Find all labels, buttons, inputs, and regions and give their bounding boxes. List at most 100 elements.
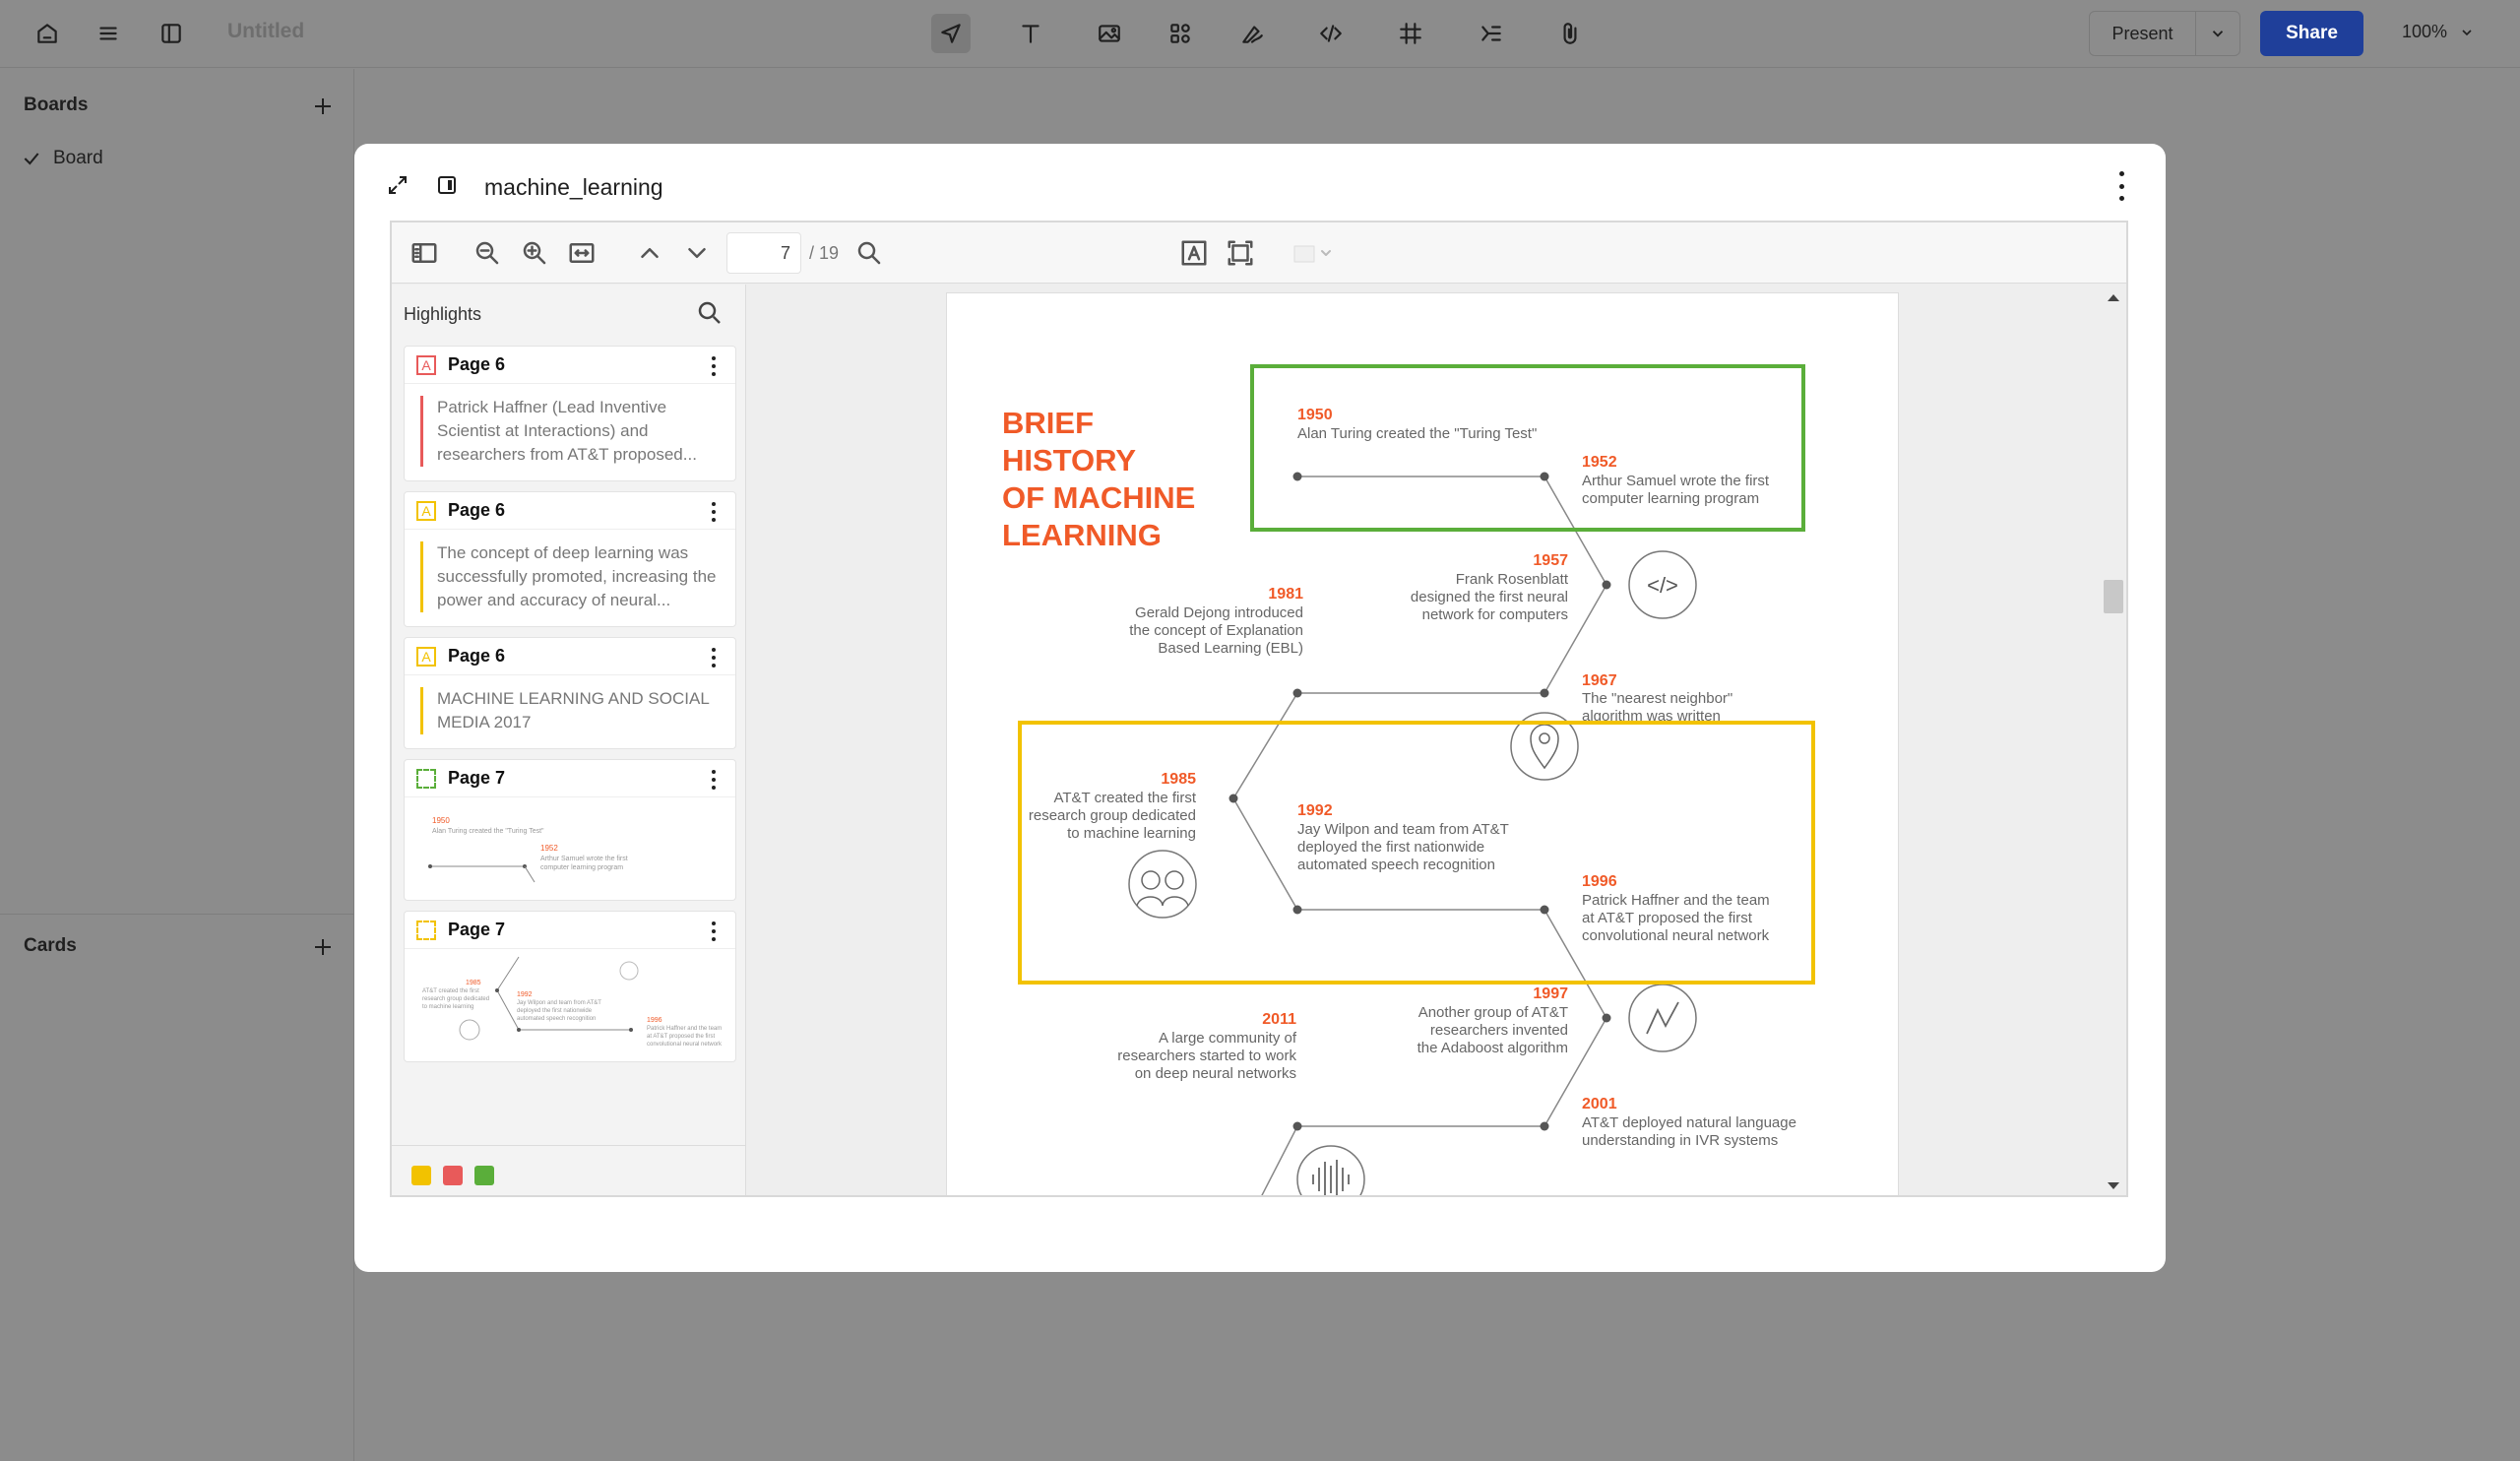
page-number-input[interactable]: 7: [726, 232, 801, 274]
next-page-icon[interactable]: [682, 238, 712, 268]
previous-page-icon[interactable]: [635, 238, 664, 268]
scroll-up-icon[interactable]: [2108, 294, 2119, 301]
svg-text:A large community of: A large community of: [1159, 1030, 1297, 1047]
highlight-card[interactable]: Page 7 1985 AT&T created the first resea…: [404, 911, 736, 1062]
select-tool-icon[interactable]: [931, 14, 971, 53]
zoom-out-icon[interactable]: [472, 238, 502, 268]
highlight-card[interactable]: A Page 6 The concept of deep learning wa…: [404, 491, 736, 627]
sidebar-toggle-icon[interactable]: [152, 14, 191, 53]
more-options-icon[interactable]: [712, 502, 718, 522]
scroll-down-icon[interactable]: [2108, 1182, 2119, 1189]
modal-header: machine_learning: [386, 173, 663, 202]
present-button[interactable]: Present: [2090, 12, 2196, 55]
green-swatch[interactable]: [474, 1166, 494, 1185]
heading-line: BRIEF: [1002, 406, 1094, 440]
text-highlight-icon: A: [416, 646, 436, 667]
svg-text:convolutional neural network: convolutional neural network: [1582, 927, 1770, 944]
svg-text:AT&T created the first: AT&T created the first: [422, 988, 479, 994]
sidebar-toggle-icon[interactable]: [410, 238, 439, 268]
sound-wave-icon: [1296, 1145, 1365, 1195]
zoom-in-icon[interactable]: [520, 238, 549, 268]
area-highlight-icon: [416, 768, 436, 789]
heading-line: OF MACHINE: [1002, 480, 1195, 515]
check-icon: [24, 153, 39, 165]
highlight-page: Page 7: [448, 768, 506, 788]
highlight-card[interactable]: A Page 6 Patrick Haffner (Lead Inventive…: [404, 346, 736, 481]
zoom-dropdown[interactable]: 100%: [2402, 22, 2475, 42]
svg-text:Arthur Samuel wrote the first: Arthur Samuel wrote the first: [1582, 473, 1770, 489]
chevron-down-icon[interactable]: [2196, 12, 2239, 55]
svg-text:network for computers: network for computers: [1422, 606, 1568, 623]
more-options-icon[interactable]: [712, 648, 718, 667]
svg-text:on deep neural networks: on deep neural networks: [1135, 1065, 1296, 1082]
draw-tool-icon[interactable]: [1232, 14, 1272, 53]
sidebar-item-label: Board: [53, 148, 103, 168]
page-total: / 19: [809, 243, 840, 263]
document-title[interactable]: Untitled: [227, 20, 304, 43]
svg-text:Patrick Haffner and the team: Patrick Haffner and the team: [647, 1026, 722, 1032]
red-swatch[interactable]: [443, 1166, 463, 1185]
frame-tool-icon[interactable]: [1391, 14, 1430, 53]
svg-text:to machine learning: to machine learning: [1067, 825, 1196, 842]
svg-text:The "nearest neighbor": The "nearest neighbor": [1582, 690, 1732, 707]
search-icon[interactable]: [695, 298, 724, 328]
svg-text:understanding in IVR systems: understanding in IVR systems: [1582, 1132, 1778, 1149]
search-icon[interactable]: [854, 238, 884, 268]
svg-text:computer learning program: computer learning program: [1582, 490, 1759, 507]
color-picker-dropdown[interactable]: [1292, 238, 1338, 268]
document-modal: machine_learning 7 / 19 Highlights A Pag…: [354, 144, 2166, 1272]
svg-text:automated speech recognition: automated speech recognition: [517, 1016, 596, 1022]
svg-text:Another group of AT&T: Another group of AT&T: [1418, 1004, 1568, 1021]
image-tool-icon[interactable]: [1090, 14, 1129, 53]
document-area[interactable]: BRIEF HISTORY OF MACHINE LEARNING </> 19…: [747, 285, 2126, 1195]
present-group: Present: [2089, 11, 2240, 56]
event-year: 1952: [1582, 454, 1617, 471]
menu-icon[interactable]: [89, 14, 128, 53]
viewer-toolbar: 7 / 19: [392, 222, 2126, 284]
more-options-icon[interactable]: [712, 770, 718, 790]
fit-width-icon[interactable]: [567, 238, 597, 268]
code-tool-icon[interactable]: [1311, 14, 1351, 53]
scroll-thumb[interactable]: [2104, 580, 2123, 613]
vertical-scrollbar[interactable]: [2099, 285, 2126, 1195]
svg-text:the Adaboost algorithm: the Adaboost algorithm: [1418, 1040, 1568, 1056]
svg-text:the concept of Explanation: the concept of Explanation: [1129, 622, 1303, 639]
svg-text:deployed the first nationwide: deployed the first nationwide: [1297, 839, 1484, 856]
area-highlight-tool-icon[interactable]: [1226, 238, 1255, 268]
svg-text:Patrick Haffner and the team: Patrick Haffner and the team: [1582, 892, 1770, 909]
heading-line: HISTORY: [1002, 443, 1136, 477]
more-options-icon[interactable]: [712, 356, 718, 376]
color-swatches: [411, 1166, 494, 1185]
event-year: 1950: [1297, 407, 1333, 423]
attachment-tool-icon[interactable]: [1550, 14, 1590, 53]
home-icon[interactable]: [28, 14, 67, 53]
share-button[interactable]: Share: [2260, 11, 2363, 56]
add-board-icon[interactable]: [311, 95, 335, 118]
more-options-icon[interactable]: [2116, 171, 2126, 201]
sidebar-item-board[interactable]: Board: [22, 148, 103, 169]
svg-text:AT&T deployed natural language: AT&T deployed natural language: [1582, 1114, 1796, 1131]
svg-text:1992: 1992: [517, 991, 533, 998]
panel-toggle-icon[interactable]: [435, 173, 459, 202]
shapes-tool-icon[interactable]: [1161, 14, 1200, 53]
svg-text:researchers invented: researchers invented: [1430, 1022, 1568, 1039]
highlight-thumbnail: 1950 Alan Turing created the "Turing Tes…: [412, 803, 727, 896]
trend-chart-icon: [1628, 984, 1697, 1052]
code-icon: </>: [1628, 550, 1697, 619]
cards-heading: Cards: [24, 935, 77, 956]
highlight-text: MACHINE LEARNING AND SOCIAL MEDIA 2017: [420, 687, 724, 734]
yellow-swatch[interactable]: [411, 1166, 431, 1185]
svg-text:designed the first neural: designed the first neural: [1411, 589, 1568, 605]
text-highlight-tool-icon[interactable]: [1179, 238, 1209, 268]
text-tool-icon[interactable]: [1011, 14, 1050, 53]
event-year: 1985: [1161, 771, 1196, 788]
mindmap-tool-icon[interactable]: [1472, 14, 1511, 53]
more-options-icon[interactable]: [712, 921, 718, 941]
expand-icon[interactable]: [386, 173, 410, 202]
svg-text:Jay Wilpon and team from AT&T: Jay Wilpon and team from AT&T: [517, 1000, 601, 1006]
add-card-icon[interactable]: [311, 935, 335, 959]
highlight-card[interactable]: A Page 6 MACHINE LEARNING AND SOCIAL MED…: [404, 637, 736, 749]
highlight-card[interactable]: Page 7 1950 Alan Turing created the "Tur…: [404, 759, 736, 901]
svg-text:1952: 1952: [540, 844, 558, 853]
svg-text:computer learning program: computer learning program: [540, 864, 623, 871]
